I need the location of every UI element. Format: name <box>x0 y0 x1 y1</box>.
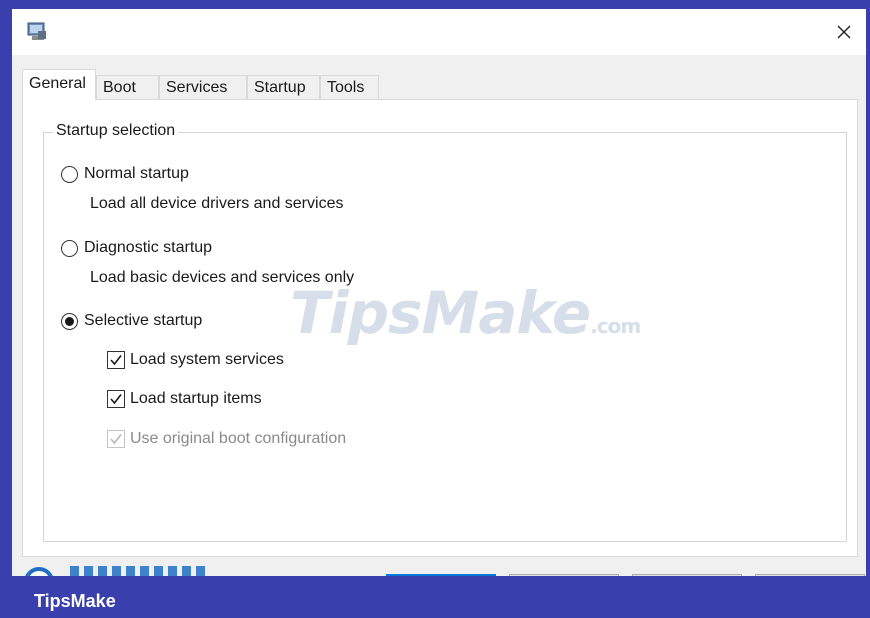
use-original-boot-config-label: Use original boot configuration <box>130 430 347 447</box>
radio-circle-selected[interactable] <box>61 312 78 330</box>
normal-startup-description: Load all device drivers and services <box>90 195 344 212</box>
general-tab-panel: Startup selection Normal startup Load al… <box>22 99 858 557</box>
checkmark-icon <box>110 355 122 366</box>
checkbox-box-disabled <box>107 430 125 448</box>
close-button[interactable] <box>822 9 866 55</box>
diagnostic-startup-description: Load basic devices and services only <box>90 269 355 286</box>
system-configuration-window: General Boot Services Startup Tools Star… <box>12 9 866 576</box>
radio-circle[interactable] <box>61 239 78 257</box>
tab-startup[interactable]: Startup <box>247 75 320 100</box>
footer-brand-text: TipsMake <box>34 591 116 611</box>
tab-boot[interactable]: Boot <box>96 75 159 100</box>
startup-selection-legend: Startup selection <box>53 122 179 140</box>
checkbox-box[interactable] <box>107 390 125 408</box>
normal-startup-radio[interactable]: Normal startup <box>61 165 189 183</box>
tab-general[interactable]: General <box>22 69 96 100</box>
load-startup-items-checkbox[interactable]: Load startup items <box>107 390 262 408</box>
startup-selection-group <box>43 132 847 542</box>
title-bar <box>12 9 866 55</box>
checkmark-icon <box>110 394 122 405</box>
close-icon <box>837 25 851 39</box>
selective-startup-label: Selective startup <box>84 312 203 329</box>
selective-startup-radio[interactable]: Selective startup <box>61 312 202 330</box>
tab-tools[interactable]: Tools <box>320 75 379 100</box>
footer-bar: TipsMake <box>0 576 870 618</box>
checkmark-icon <box>110 434 122 445</box>
normal-startup-label: Normal startup <box>84 165 189 182</box>
radio-selected-dot <box>65 316 74 326</box>
load-system-services-label: Load system services <box>130 351 284 368</box>
use-original-boot-config-checkbox: Use original boot configuration <box>107 430 346 448</box>
diagnostic-startup-label: Diagnostic startup <box>84 239 213 256</box>
checkbox-box[interactable] <box>107 351 125 369</box>
tab-services[interactable]: Services <box>159 75 247 100</box>
help-link-text-fragment[interactable] <box>70 566 210 576</box>
msconfig-computer-icon <box>27 22 46 40</box>
load-system-services-checkbox[interactable]: Load system services <box>107 351 284 369</box>
radio-circle[interactable] <box>61 165 78 183</box>
diagnostic-startup-radio[interactable]: Diagnostic startup <box>61 239 212 257</box>
load-startup-items-label: Load startup items <box>130 390 262 407</box>
